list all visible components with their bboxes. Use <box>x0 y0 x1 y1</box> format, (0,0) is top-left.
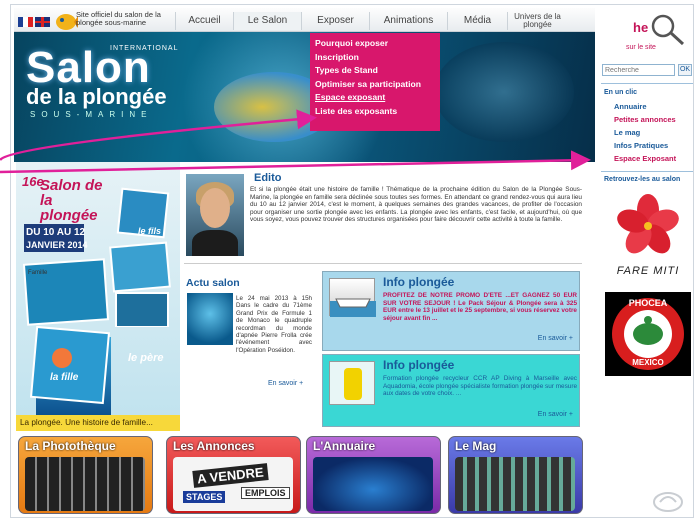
sidebar-link-espace-exposant[interactable]: Espace Exposant <box>614 152 676 165</box>
dropdown-item-pourquoi[interactable]: Pourquoi exposer <box>315 37 436 51</box>
phocea-mexico-logo[interactable]: PHOCEA MEXICO <box>605 292 691 376</box>
poster-caption: La plongée. Une histoire de famille... <box>16 415 180 431</box>
poster-label-pere: le père <box>128 352 164 364</box>
sidebar-link-petites-annonces[interactable]: Petites annonces <box>614 113 676 126</box>
dropdown-item-optimiser[interactable]: Optimiser sa participation <box>315 78 436 92</box>
page-root: { "header": { "site_official": "Site off… <box>0 0 697 522</box>
info-plongee-text: Formation plongée recycleur CCR AP Divin… <box>383 375 577 398</box>
poster-month: JANVIER 2014 <box>26 240 88 250</box>
edito-portrait-image <box>186 174 244 256</box>
info-plongee-box: Info plongée Formation plongée recycleur… <box>322 354 580 427</box>
rebreather-image <box>329 361 375 405</box>
actu-salon-text: Le 24 mai 2013 à 15h Dans le cadre du 71… <box>236 295 312 354</box>
dropdown-item-liste-exposants[interactable]: Liste des exposants <box>315 105 436 119</box>
search-input[interactable] <box>602 64 675 76</box>
en-un-clic-title: En un clic <box>604 89 638 96</box>
tile-annonces[interactable]: A VENDRE STAGES EMPLOIS Les Annonces <box>166 436 301 514</box>
nav-univers[interactable]: Univers de la plongée <box>507 12 567 30</box>
a-vendre-label: A VENDRE <box>192 463 269 488</box>
actu-more-link[interactable]: En savoir + <box>268 380 303 387</box>
info-plongee-box: Info plongée PROFITEZ DE NOTRE PROMO D'E… <box>322 271 580 351</box>
fare-miti-label: FARE MITI <box>616 265 680 277</box>
tile-label: La Photothèque <box>25 439 116 453</box>
poster-dates: DU 10 AU 12 <box>26 227 86 238</box>
hero-plongee-word: de la plongée <box>26 84 167 109</box>
quick-links: Annuaire Petites annonces Le mag Infos P… <box>614 100 676 165</box>
edito-text: Et si la plongée était une histoire de f… <box>250 186 582 224</box>
nav-accueil[interactable]: Accueil <box>175 12 233 30</box>
diver-photos-image <box>109 187 171 327</box>
tile-label: Le Mag <box>455 439 497 453</box>
sidebar-link-annuaire[interactable]: Annuaire <box>614 100 676 113</box>
sur-le-site-label: sur le site <box>626 44 656 51</box>
globe-image <box>313 457 433 511</box>
tile-label: L'Annuaire <box>313 439 376 453</box>
mexico-label: MEXICO <box>632 358 664 367</box>
nav-le-salon[interactable]: Le Salon <box>233 12 301 30</box>
language-flags <box>18 14 54 27</box>
tile-label: Les Annonces <box>173 439 255 453</box>
actu-salon-title: Actu salon <box>186 277 240 289</box>
footer-logo-icon <box>653 492 683 512</box>
poster-title: Salon de la plongée <box>40 177 103 224</box>
edito-title: Edito <box>254 172 282 184</box>
fish-image <box>434 42 574 142</box>
emplois-label: EMPLOIS <box>241 487 290 499</box>
info-plongee-text: PROFITEZ DE NOTRE PROMO D'ETE ...ET GAGN… <box>383 292 577 322</box>
nav-exposer[interactable]: Exposer <box>301 12 369 30</box>
search-ok-button[interactable]: OK <box>678 64 692 76</box>
screens-image <box>455 457 575 511</box>
film-strip-image <box>25 457 145 511</box>
poster-label-fils: le fils <box>138 226 162 236</box>
tile-mag[interactable]: Le Mag <box>448 436 583 514</box>
nav-animations[interactable]: Animations <box>369 12 447 30</box>
section-divider <box>184 263 582 264</box>
poster-label-famille: Famille <box>28 270 48 276</box>
info-plongee-title: Info plongée <box>383 275 455 289</box>
uk-flag-icon[interactable] <box>35 17 50 27</box>
info-more-link[interactable]: En savoir + <box>538 411 573 418</box>
french-flag-icon[interactable] <box>18 17 33 27</box>
dropdown-item-types-stand[interactable]: Types de Stand <box>315 64 436 78</box>
svg-text:he: he <box>633 20 648 35</box>
nav-media[interactable]: Média <box>447 12 507 30</box>
sidebar-link-le-mag[interactable]: Le mag <box>614 126 676 139</box>
dropdown-item-espace-exposant[interactable]: Espace exposant <box>315 91 436 105</box>
exposer-dropdown-menu: Pourquoi exposer Inscription Types de St… <box>310 33 440 131</box>
site-official-text: Site officiel du salon de la plongée sou… <box>76 10 161 27</box>
tile-annuaire[interactable]: L'Annuaire <box>306 436 441 514</box>
annonces-image: A VENDRE STAGES EMPLOIS <box>173 457 293 511</box>
tile-phototheque[interactable]: La Photothèque <box>18 436 153 514</box>
stages-label: STAGES <box>183 491 226 503</box>
retrouvez-title: Retrouvez-les au salon <box>604 176 681 183</box>
family-diver-photos-image <box>22 258 110 405</box>
boat-image <box>329 278 376 317</box>
phocea-label: PHOCEA <box>628 298 668 308</box>
dropdown-item-inscription[interactable]: Inscription <box>315 51 436 65</box>
info-more-link[interactable]: En savoir + <box>538 335 573 342</box>
info-plongee-title: Info plongée <box>383 358 455 372</box>
sidebar-link-infos-pratiques[interactable]: Infos Pratiques <box>614 139 676 152</box>
hero-sous-marine: SOUS-MARINE <box>30 110 153 119</box>
poster-label-fille: la fille <box>50 372 79 383</box>
diver-fish-logo-icon <box>56 14 78 30</box>
